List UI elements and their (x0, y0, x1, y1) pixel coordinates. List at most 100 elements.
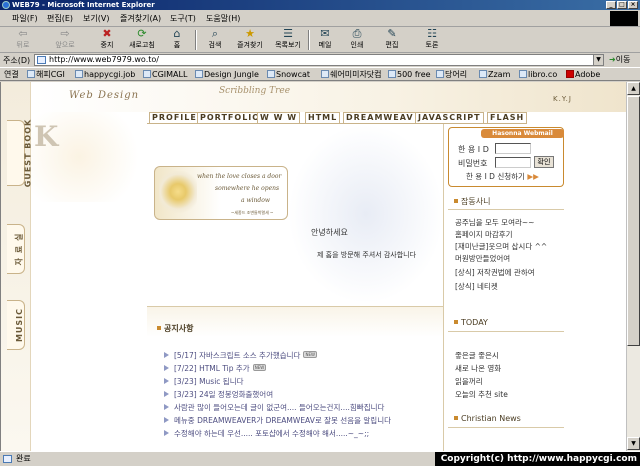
scroll-up-button[interactable]: ▲ (627, 82, 640, 95)
stop-button[interactable]: ✖ 중지 (95, 28, 119, 52)
section-title-misc: 잡동사니 (454, 196, 490, 207)
id-input[interactable] (495, 143, 531, 154)
triangle-bullet-icon (164, 391, 169, 397)
today-link[interactable]: 새로 나온 영화 (455, 363, 501, 374)
home-button[interactable]: ⌂ 홈 (166, 28, 188, 52)
link-500free[interactable]: 500 free (388, 68, 431, 80)
search-icon: ⌕ (211, 27, 219, 40)
nav-html[interactable]: HTML (305, 112, 341, 123)
notice-item[interactable]: [5/17] 자바스크립트 소스 추가했습니다 NEW (164, 350, 317, 361)
misc-link[interactable]: 홈페이지 마감후기 (455, 229, 513, 240)
notice-item[interactable]: 사람관 많이 들어오는데 글이 없군여.... 들어오는건지....힘빠집니다 (164, 402, 384, 413)
tab-archive[interactable]: 자 료 실 (7, 224, 25, 274)
link-dangeori[interactable]: 당어리 (436, 68, 467, 80)
password-input[interactable] (495, 157, 531, 168)
link-shareme[interactable]: 쉐어미미자닷컴 (321, 68, 382, 80)
divider (448, 427, 564, 428)
menu-tools[interactable]: 도구(T) (170, 13, 196, 24)
notice-title: 공지사항 (157, 323, 193, 334)
maximize-button[interactable]: □ (617, 1, 627, 9)
address-url: http://www.web7979.wo.to/ (49, 55, 159, 64)
print-icon: ⎙ (352, 27, 362, 40)
new-badge: NEW (303, 351, 317, 358)
print-button[interactable]: ⎙ 인쇄 (345, 28, 369, 52)
misc-link[interactable]: 머원방만들었어여 (455, 253, 510, 264)
address-dropdown-button[interactable]: ▼ (593, 55, 603, 65)
link-happycgi[interactable]: 해피CGI (27, 68, 65, 80)
signup-link[interactable]: 한 용 I D 신청하기 ▶▶ (466, 171, 539, 182)
link-icon (479, 70, 487, 78)
forward-button[interactable]: ⇨ 앞으로 (50, 28, 80, 52)
bullet-square-icon (454, 320, 458, 324)
today-link[interactable]: 읽을꺼리 (455, 376, 483, 387)
nav-portfolio[interactable]: PORTFOLIO (197, 112, 264, 123)
link-cgimall[interactable]: CGIMALL (143, 68, 187, 80)
today-link[interactable]: 좋은글 좋은시 (455, 350, 499, 361)
forward-arrow-icon: ⇨ (60, 27, 70, 40)
link-happycgi-job[interactable]: happycgi.job (75, 68, 135, 80)
misc-link[interactable]: [상식] 저작권법에 관하여 (455, 267, 535, 278)
menu-view[interactable]: 보기(V) (83, 13, 109, 24)
notice-item[interactable]: [7/22] HTML Tip 추가 NEW (164, 363, 267, 374)
misc-link[interactable]: 공주님을 모두 모여라~~ (455, 217, 534, 228)
triangle-bullet-icon (164, 417, 169, 423)
scroll-down-button[interactable]: ▼ (627, 437, 640, 450)
address-input[interactable]: http://www.web7979.wo.to/ ▼ (34, 54, 604, 66)
misc-link[interactable]: [상식] 네티켓 (455, 281, 498, 292)
bullet-square-icon (454, 199, 458, 203)
nav-www[interactable]: W W W (257, 112, 301, 123)
history-button[interactable]: ☰ 목록보기 (270, 28, 306, 52)
link-icon (75, 70, 83, 78)
link-icon (267, 70, 275, 78)
close-button[interactable]: × (628, 1, 638, 9)
left-sidebar: GUEST BOOK 자 료 실 MUSIC (1, 82, 33, 451)
misc-link[interactable]: [재미난글]웃으며 삽시다 ^^ (455, 241, 547, 252)
minimize-button[interactable]: _ (606, 1, 616, 9)
discuss-button[interactable]: ☷ 토론 (420, 28, 444, 52)
nav-flash[interactable]: FLASH (487, 112, 528, 123)
link-zzam[interactable]: Zzam (479, 68, 510, 80)
notice-item[interactable]: [3/23] Music 됩니다 (164, 376, 244, 387)
favorites-button[interactable]: ★ 즐겨찾기 (232, 28, 268, 52)
notice-item[interactable]: [3/23] 24일 정봉엉화출했어여 (164, 389, 273, 400)
refresh-button[interactable]: ⟳ 새로고침 (125, 28, 159, 52)
greeting-title: 안녕하세요 (311, 228, 348, 237)
search-button[interactable]: ⌕ 검색 (203, 28, 227, 52)
menu-file[interactable]: 파일(F) (12, 13, 38, 24)
menu-help[interactable]: 도움말(H) (206, 13, 240, 24)
vertical-scrollbar[interactable]: ▲ ▼ (626, 82, 640, 451)
link-libro[interactable]: libro.co (519, 68, 557, 80)
nav-dreamweav[interactable]: DREAMWEAV (343, 112, 417, 123)
go-button[interactable]: ➜이동 (609, 54, 630, 65)
status-bar: 완료 Copyright(c) http://www.happycgi.com (0, 451, 640, 466)
link-icon (27, 70, 35, 78)
menu-edit[interactable]: 편집(E) (47, 13, 73, 24)
site-logo[interactable]: Web Design (69, 90, 139, 101)
link-icon (436, 70, 444, 78)
triangle-bullet-icon (164, 378, 169, 384)
scroll-thumb[interactable] (627, 96, 640, 346)
today-link[interactable]: 오늘의 추천 site (455, 389, 508, 400)
page-done-icon (3, 455, 12, 463)
link-design-jungle[interactable]: Design Jungle (195, 68, 259, 80)
menu-favorites[interactable]: 즐겨찾기(A) (120, 13, 161, 24)
tab-guestbook[interactable]: GUEST BOOK (7, 119, 33, 187)
discuss-icon: ☷ (427, 27, 437, 40)
notice-item[interactable]: 메뉴중 DREAMWEAVER가 DREAMWEAV로 잘못 선음을 알립니다 (164, 415, 391, 426)
nav-javascript[interactable]: JAVASCRIPT (415, 112, 484, 123)
title-bar: WEB79 - Microsoft Internet Explorer _ □ … (0, 0, 640, 10)
link-adobe[interactable]: Adobe (566, 68, 600, 80)
triangle-bullet-icon (164, 352, 169, 358)
tab-music[interactable]: MUSIC (7, 300, 25, 350)
id-label: 한 용 I D (458, 145, 489, 154)
notice-item[interactable]: 수정해야 하는데 우선..... 포토샵에서 수정해야 해서.....~_~;; (164, 428, 369, 439)
edit-button[interactable]: ✎ 편집 (380, 28, 404, 52)
ie-throbber-icon (610, 11, 638, 26)
back-button[interactable]: ⇦ 뒤로 (10, 28, 36, 52)
link-snowcat[interactable]: Snowcat (267, 68, 310, 80)
mail-button[interactable]: ✉ 메일 (313, 28, 337, 52)
ie-logo-icon (2, 1, 10, 9)
page-icon (37, 56, 46, 64)
login-button[interactable]: 확인 (534, 156, 554, 168)
nav-profile[interactable]: PROFILE (149, 112, 200, 123)
